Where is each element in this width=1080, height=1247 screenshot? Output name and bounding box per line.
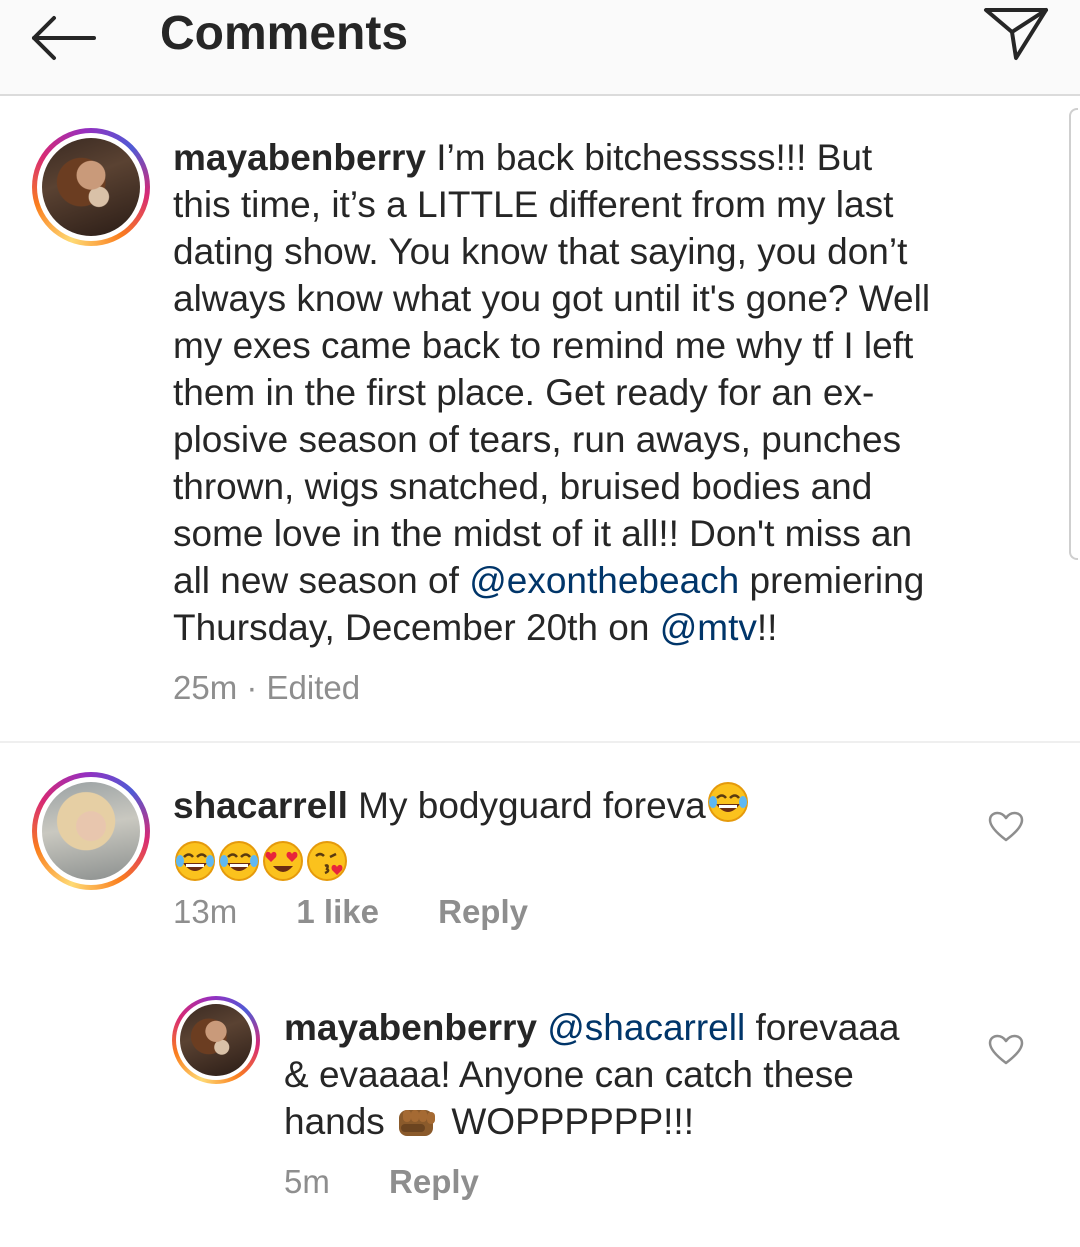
mention-link[interactable]: @mtv [660, 607, 757, 648]
face-blowing-kiss-icon [305, 839, 349, 894]
back-button[interactable] [28, 14, 100, 62]
reply-username[interactable]: mayabenberry [284, 1007, 537, 1048]
like-button[interactable] [988, 811, 1024, 843]
scrollbar[interactable] [1069, 108, 1078, 560]
timestamp: 25m [173, 669, 238, 706]
face-with-tears-of-joy-icon [173, 839, 217, 894]
likes-count[interactable]: 1 like [296, 893, 379, 930]
arrow-left-icon [32, 16, 96, 60]
caption-username[interactable]: mayabenberry [173, 137, 426, 178]
page-title: Comments [160, 7, 409, 60]
avatar[interactable] [32, 772, 150, 890]
reply-button[interactable]: Reply [438, 893, 528, 930]
timestamp: 5m [284, 1163, 330, 1200]
avatar[interactable] [172, 996, 260, 1084]
mention-link[interactable]: @exonthebeach [469, 560, 739, 601]
caption-meta: 25m · Edited [173, 669, 361, 706]
edited-label: Edited [266, 669, 361, 706]
oncoming-fist-icon [395, 1104, 441, 1151]
avatar[interactable] [32, 128, 150, 246]
comment-username[interactable]: shacarrell [173, 785, 348, 826]
reply-text: mayabenberry @shacarrell forevaaa & evaa… [284, 1004, 964, 1151]
comment-meta: 13m 1 like Reply [173, 892, 528, 932]
face-with-tears-of-joy-icon [706, 780, 750, 835]
heart-outline-icon [988, 1034, 1024, 1065]
timestamp: 13m [173, 893, 238, 930]
top-bar: Comments [0, 0, 1080, 96]
reply-button[interactable]: Reply [389, 1163, 479, 1200]
share-button[interactable] [982, 4, 1050, 62]
heart-outline-icon [988, 811, 1024, 842]
caption-text: mayabenberry I’m back bitchesssss!!! But… [173, 137, 931, 648]
reply-meta: 5m Reply [284, 1162, 479, 1202]
heart-eyes-icon [261, 839, 305, 894]
comment-text: shacarrell My bodyguard foreva [173, 780, 953, 893]
like-button[interactable] [988, 1034, 1024, 1066]
face-with-tears-of-joy-icon [217, 839, 261, 894]
paper-plane-icon [984, 8, 1048, 60]
divider [0, 741, 1080, 743]
mention-link[interactable]: @shacarrell [547, 1007, 745, 1048]
